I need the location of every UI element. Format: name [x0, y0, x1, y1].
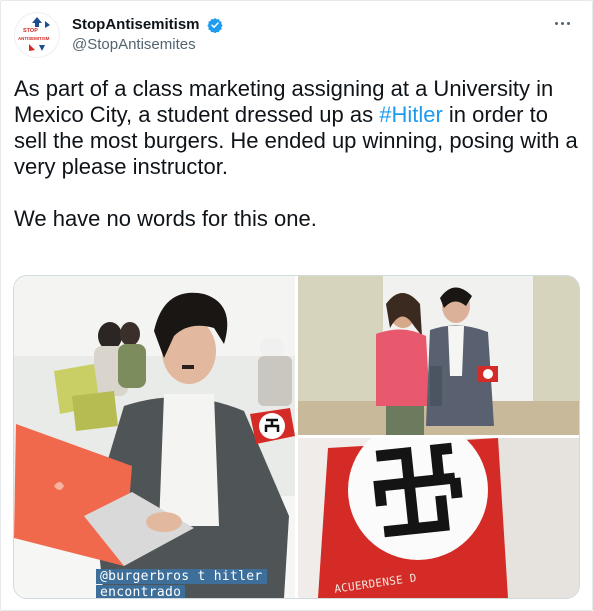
tweet-text-paragraph2: We have no words for this one. — [14, 206, 317, 231]
stop-antisemitism-logo: STOP ANTISEMITISM — [18, 17, 50, 51]
avatar-logo-top: STOP — [23, 28, 38, 34]
photo-posing-instructor-image — [298, 276, 579, 435]
tweet-header: STOP ANTISEMITISM StopAntisemitism @Stop… — [14, 12, 579, 58]
media-grid: @burgerbros t hitler encontrado ACUERDEN… — [13, 275, 580, 599]
photo-student-laptop[interactable]: @burgerbros t hitler encontrado — [14, 276, 295, 598]
avatar-logo-bottom: ANTISEMITISM — [18, 36, 50, 41]
verified-badge-icon — [207, 17, 223, 33]
tweet-text: As part of a class marketing assigning a… — [14, 76, 579, 232]
handle[interactable]: @StopAntisemites — [72, 35, 223, 55]
left-photo-caption-line2: encontrado — [96, 585, 186, 598]
hashtag-link[interactable]: #Hitler — [379, 102, 443, 127]
display-name[interactable]: StopAntisemitism — [72, 15, 200, 34]
photo-armband-closeup[interactable]: ACUERDENSE D — [298, 438, 579, 598]
left-photo-caption-line1: @burgerbros t hitler — [96, 569, 267, 584]
photo-student-laptop-image — [14, 276, 295, 598]
more-options-icon[interactable] — [549, 14, 575, 34]
photo-posing-instructor[interactable] — [298, 276, 579, 435]
avatar[interactable]: STOP ANTISEMITISM — [14, 12, 60, 58]
photo-armband-closeup-image — [298, 438, 579, 598]
